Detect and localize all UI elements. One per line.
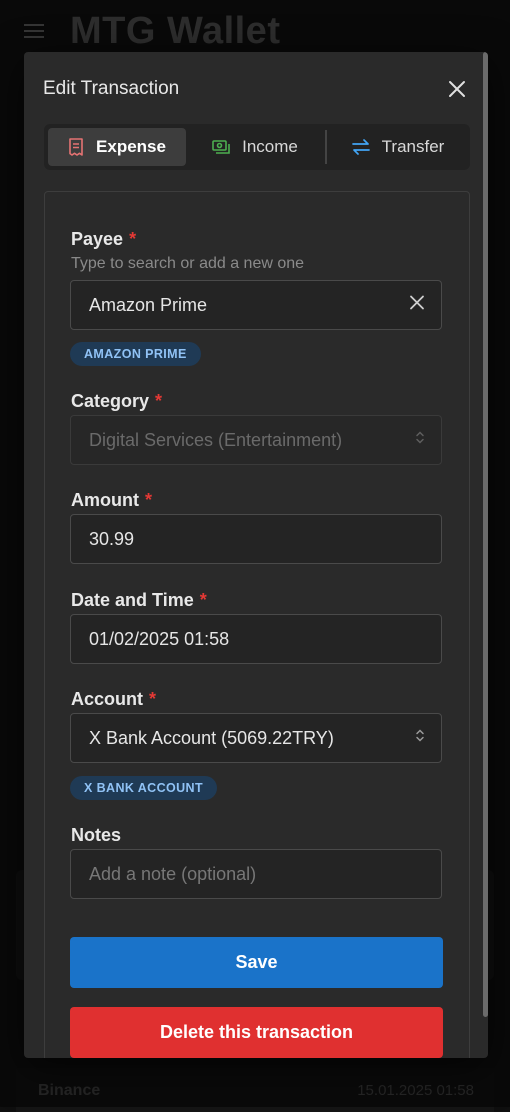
account-select[interactable]: X Bank Account (5069.22TRY): [70, 713, 442, 763]
unfold-icon: [416, 431, 424, 444]
payee-label: Payee *: [71, 229, 136, 250]
edit-transaction-dialog: Edit Transaction Expense Income Transfer…: [24, 52, 488, 1058]
amount-value: 30.99: [89, 528, 135, 549]
category-dropdown-toggle[interactable]: [415, 430, 425, 451]
tab-expense-label: Expense: [96, 137, 166, 156]
tab-transfer-label: Transfer: [381, 137, 445, 156]
datetime-label-text: Date and Time: [71, 590, 194, 610]
delete-transaction-button[interactable]: Delete this transaction: [70, 1007, 443, 1058]
receipt-icon: [69, 138, 83, 156]
required-mark: *: [199, 590, 207, 610]
payee-chip[interactable]: AMAZON PRIME: [70, 342, 201, 366]
transaction-type-tabs: Expense Income Transfer: [44, 124, 470, 170]
category-select[interactable]: Digital Services (Entertainment): [70, 415, 442, 465]
required-mark: *: [144, 490, 152, 510]
tab-transfer[interactable]: Transfer: [330, 128, 466, 166]
category-value: Digital Services (Entertainment): [89, 429, 343, 450]
notes-placeholder: Add a note (optional): [89, 863, 257, 884]
required-mark: *: [129, 229, 137, 249]
required-mark: *: [149, 689, 157, 709]
payee-helper-text: Type to search or add a new one: [71, 255, 305, 272]
tab-divider: [325, 130, 327, 164]
clear-icon: [410, 295, 424, 310]
account-dropdown-toggle[interactable]: [415, 728, 425, 749]
transaction-form: Payee * Type to search or add a new one A…: [44, 191, 470, 1058]
notes-label: Notes: [71, 825, 122, 845]
datetime-label: Date and Time *: [71, 590, 207, 611]
account-label: Account *: [71, 689, 156, 710]
payee-label-text: Payee: [71, 229, 124, 249]
account-chip[interactable]: X BANK ACCOUNT: [70, 776, 218, 800]
account-value: X Bank Account (5069.22TRY): [89, 727, 334, 748]
notes-input[interactable]: Add a note (optional): [70, 849, 442, 899]
datetime-value: 01/02/2025 01:58: [89, 628, 230, 649]
cash-icon: [212, 140, 230, 154]
dialog-title: Edit Transaction: [43, 78, 180, 99]
amount-label: Amount *: [71, 490, 152, 511]
datetime-input[interactable]: 01/02/2025 01:58: [70, 614, 442, 664]
payee-value: Amazon Prime: [89, 294, 208, 315]
category-label-text: Category: [71, 391, 150, 411]
tab-income-label: Income: [242, 137, 298, 156]
required-mark: *: [155, 391, 163, 411]
close-button[interactable]: [446, 78, 468, 100]
tab-income[interactable]: Income: [190, 128, 320, 166]
account-label-text: Account: [71, 689, 143, 709]
swap-icon: [351, 139, 370, 155]
tab-expense[interactable]: Expense: [48, 128, 186, 166]
amount-input[interactable]: 30.99: [70, 514, 442, 564]
save-button[interactable]: Save: [70, 937, 443, 988]
amount-label-text: Amount: [71, 490, 139, 510]
payee-input[interactable]: Amazon Prime: [70, 280, 442, 330]
clear-payee-button[interactable]: [409, 295, 425, 316]
close-icon: [449, 81, 465, 97]
category-label: Category *: [71, 391, 162, 412]
unfold-icon: [416, 729, 424, 742]
scrollbar[interactable]: [483, 52, 488, 1017]
